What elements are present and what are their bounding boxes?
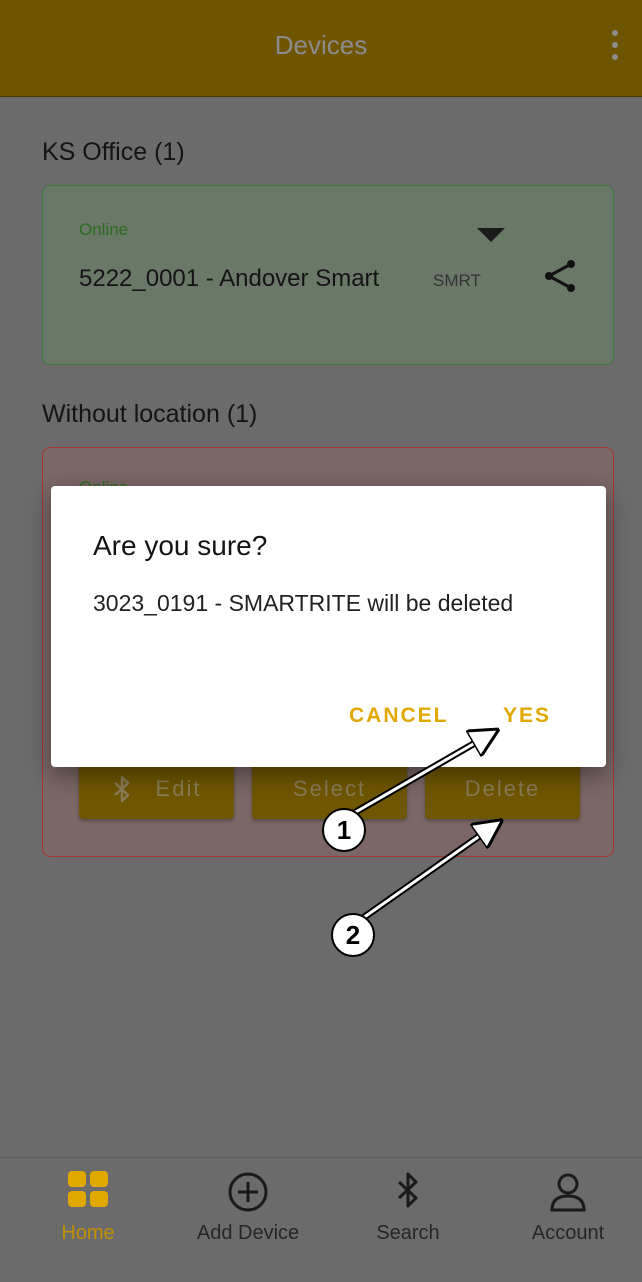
nav-account-label: Account — [531, 1222, 605, 1244]
nav-account[interactable]: Account — [488, 1158, 642, 1258]
system-nav-bar — [0, 1257, 642, 1282]
add-circle-icon — [228, 1172, 268, 1212]
nav-search[interactable]: Search — [328, 1158, 488, 1258]
nav-add-device[interactable]: Add Device — [168, 1158, 328, 1258]
bluetooth-icon — [397, 1172, 418, 1208]
annotation-arrows — [352, 0, 642, 921]
nav-home-label: Home — [61, 1222, 115, 1244]
nav-search-label: Search — [376, 1222, 440, 1244]
callout-2: 2 — [331, 913, 375, 957]
account-icon — [550, 1173, 586, 1212]
arrow-1 — [353, 732, 494, 815]
bottom-navigation: Home Add Device Search Account — [0, 1157, 642, 1258]
arrow-2 — [362, 823, 498, 920]
callout-1: 1 — [322, 808, 366, 852]
nav-add-device-label: Add Device — [196, 1222, 300, 1244]
home-grid-icon — [68, 1171, 108, 1207]
nav-home[interactable]: Home — [8, 1158, 168, 1258]
